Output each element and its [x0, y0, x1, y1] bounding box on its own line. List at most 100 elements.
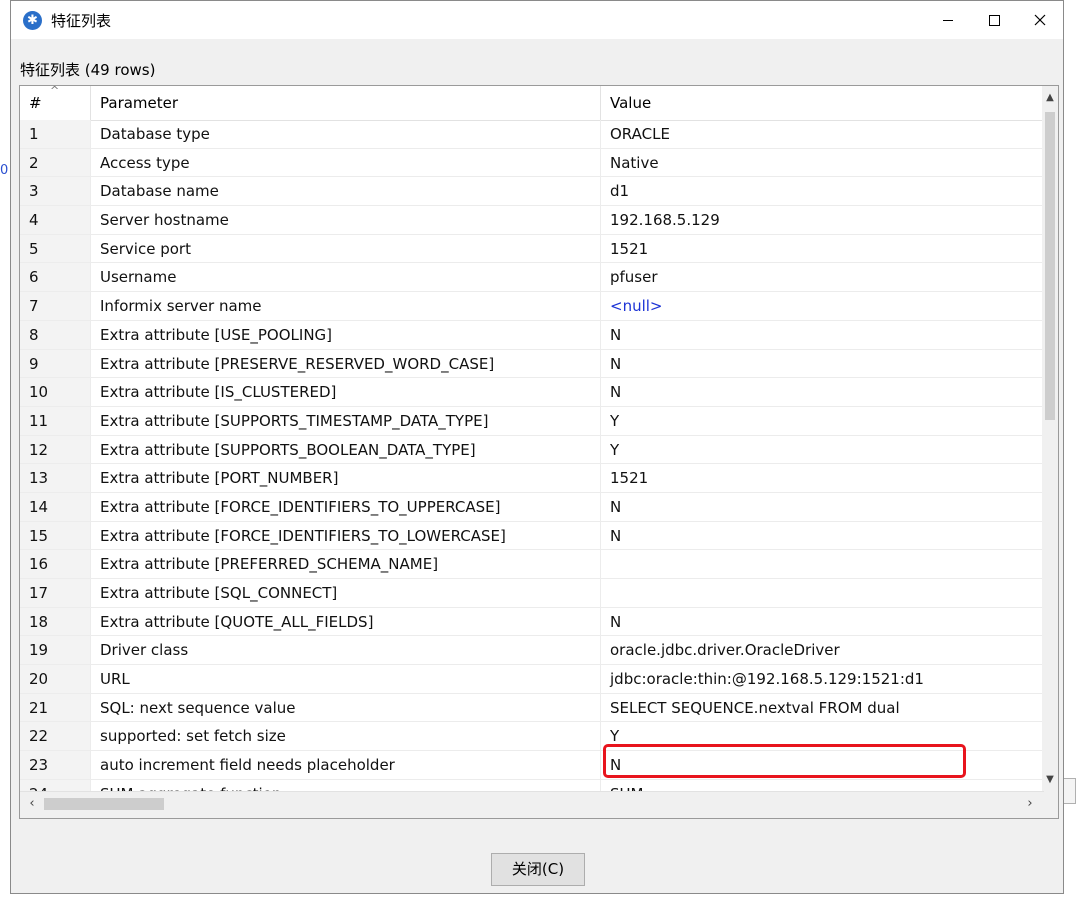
- row-number-cell: 16: [20, 550, 91, 578]
- value-cell: 192.168.5.129: [601, 206, 1044, 234]
- table-row[interactable]: 21 SQL: next sequence value SELECT SEQUENC…: [20, 693, 1044, 723]
- table-body: 1 Database type ORACLE 2 Access type Native 3 D…: [20, 120, 1044, 792]
- feature-table: # ^ Parameter Value 1 Database type ORACLE…: [19, 85, 1059, 819]
- parameter-cell: Extra attribute [FORCE_IDENTIFIERS_TO_UP…: [91, 492, 601, 521]
- table-row[interactable]: 10 Extra attribute [IS_CLUSTERED] N: [20, 378, 1044, 407]
- minimize-icon: [943, 20, 953, 21]
- row-number-cell: 23: [20, 751, 91, 779]
- row-number-cell: 1: [20, 120, 91, 148]
- table-row[interactable]: 15 Extra attribute [FORCE_IDENTIFIERS_TO_…: [20, 521, 1044, 551]
- parameter-cell: Extra attribute [IS_CLUSTERED]: [91, 378, 601, 406]
- table-row[interactable]: 23 auto increment field needs placeholder…: [20, 751, 1044, 780]
- table-row[interactable]: 5 Service port 1521: [20, 234, 1044, 264]
- row-number-cell: 2: [20, 148, 91, 177]
- table-row[interactable]: 12 Extra attribute [SUPPORTS_BOOLEAN_DATA…: [20, 435, 1044, 465]
- minimize-button[interactable]: [925, 1, 971, 39]
- scrollbar-corner: [1042, 792, 1058, 818]
- sort-ascending-icon: ^: [50, 85, 60, 97]
- scroll-left-icon[interactable]: ‹: [24, 796, 40, 812]
- table-row[interactable]: 17 Extra attribute [SQL_CONNECT]: [20, 579, 1044, 608]
- table-row[interactable]: 18 Extra attribute [QUOTE_ALL_FIELDS] N: [20, 607, 1044, 637]
- scroll-right-icon[interactable]: ›: [1022, 796, 1038, 812]
- value-cell: jdbc:oracle:thin:@192.168.5.129:1521:d1: [601, 665, 1044, 693]
- table-row[interactable]: 14 Extra attribute [FORCE_IDENTIFIERS_TO_…: [20, 492, 1044, 522]
- table-row[interactable]: 3 Database name d1: [20, 177, 1044, 207]
- value-cell: <null>: [601, 292, 1044, 320]
- horizontal-scrollbar[interactable]: ‹ ›: [20, 791, 1044, 818]
- value-cell: ORACLE: [601, 120, 1044, 148]
- row-number-cell: 10: [20, 378, 91, 406]
- table-row[interactable]: 9 Extra attribute [PRESERVE_RESERVED_WORD…: [20, 349, 1044, 379]
- parameter-cell: Extra attribute [USE_POOLING]: [91, 320, 601, 349]
- close-icon: [1034, 14, 1046, 26]
- scroll-down-icon[interactable]: ▼: [1042, 772, 1058, 788]
- parameter-cell: auto increment field needs placeholder: [91, 751, 601, 779]
- row-number-cell: 5: [20, 234, 91, 263]
- table-row[interactable]: 2 Access type Native: [20, 148, 1044, 178]
- parameter-cell: Informix server name: [91, 292, 601, 320]
- value-cell: 1521: [601, 464, 1044, 492]
- column-header-label: #: [29, 94, 42, 112]
- window-title: 特征列表: [51, 12, 112, 30]
- background-window-edge: [1064, 778, 1076, 804]
- row-number-cell: 11: [20, 406, 91, 435]
- feature-list-dialog: ✱ 特征列表 特征列表 (49 rows) # ^ Parameter Valu…: [10, 0, 1064, 894]
- table-row[interactable]: 4 Server hostname 192.168.5.129: [20, 206, 1044, 235]
- maximize-icon: [989, 15, 1000, 26]
- value-cell: N: [601, 492, 1044, 521]
- parameter-cell: Extra attribute [PREFERRED_SCHEMA_NAME]: [91, 550, 601, 578]
- table-row[interactable]: 16 Extra attribute [PREFERRED_SCHEMA_NAME…: [20, 550, 1044, 579]
- vertical-scrollbar[interactable]: ▲ ▼: [1042, 86, 1058, 792]
- value-cell: N: [601, 349, 1044, 378]
- row-number-cell: 8: [20, 320, 91, 349]
- column-header-value[interactable]: Value: [601, 86, 1044, 120]
- parameter-cell: Extra attribute [PORT_NUMBER]: [91, 464, 601, 492]
- parameter-cell: Extra attribute [SUPPORTS_BOOLEAN_DATA_T…: [91, 435, 601, 464]
- table-row[interactable]: 19 Driver class oracle.jdbc.driver.OracleD…: [20, 636, 1044, 666]
- row-number-cell: 15: [20, 521, 91, 550]
- parameter-cell: Database name: [91, 177, 601, 206]
- app-icon: ✱: [23, 11, 42, 30]
- parameter-cell: Extra attribute [FORCE_IDENTIFIERS_TO_LO…: [91, 521, 601, 550]
- value-cell: N: [601, 751, 1044, 779]
- close-window-button[interactable]: [1017, 1, 1063, 39]
- parameter-cell: supported: set fetch size: [91, 722, 601, 751]
- row-number-cell: 20: [20, 665, 91, 693]
- value-cell: N: [601, 607, 1044, 636]
- table-row[interactable]: 1 Database type ORACLE: [20, 120, 1044, 149]
- value-cell: d1: [601, 177, 1044, 206]
- parameter-cell: Extra attribute [PRESERVE_RESERVED_WORD_…: [91, 349, 601, 378]
- parameter-cell: Extra attribute [QUOTE_ALL_FIELDS]: [91, 607, 601, 636]
- horizontal-scroll-thumb[interactable]: [44, 798, 164, 810]
- value-cell: Y: [601, 406, 1044, 435]
- background-text-fragment: 0: [0, 163, 9, 178]
- parameter-cell: Service port: [91, 234, 601, 263]
- row-number-cell: 13: [20, 464, 91, 492]
- parameter-cell: Username: [91, 263, 601, 292]
- column-header-parameter[interactable]: Parameter: [91, 86, 601, 120]
- table-row[interactable]: 13 Extra attribute [PORT_NUMBER] 1521: [20, 464, 1044, 493]
- title-bar[interactable]: ✱ 特征列表: [11, 1, 1063, 39]
- table-row[interactable]: 6 Username pfuser: [20, 263, 1044, 293]
- close-button[interactable]: 关闭(C): [491, 853, 585, 886]
- table-row[interactable]: 7 Informix server name <null>: [20, 292, 1044, 321]
- column-header-number[interactable]: # ^: [20, 86, 91, 120]
- table-header: # ^ Parameter Value: [20, 86, 1044, 121]
- table-row[interactable]: 11 Extra attribute [SUPPORTS_TIMESTAMP_DA…: [20, 406, 1044, 436]
- vertical-scroll-thumb[interactable]: [1045, 112, 1055, 420]
- table-row[interactable]: 20 URL jdbc:oracle:thin:@192.168.5.129:152…: [20, 665, 1044, 694]
- parameter-cell: Access type: [91, 148, 601, 177]
- table-row[interactable]: 22 supported: set fetch size Y: [20, 722, 1044, 752]
- row-number-cell: 17: [20, 579, 91, 607]
- parameter-cell: SQL: next sequence value: [91, 693, 601, 722]
- parameter-cell: Driver class: [91, 636, 601, 665]
- row-number-cell: 19: [20, 636, 91, 665]
- value-cell: N: [601, 320, 1044, 349]
- parameter-cell: Extra attribute [SUPPORTS_TIMESTAMP_DATA…: [91, 406, 601, 435]
- row-number-cell: 14: [20, 492, 91, 521]
- table-row[interactable]: 8 Extra attribute [USE_POOLING] N: [20, 320, 1044, 350]
- maximize-button[interactable]: [971, 1, 1017, 39]
- table-caption: 特征列表 (49 rows): [20, 61, 156, 79]
- scroll-up-icon[interactable]: ▲: [1042, 90, 1058, 106]
- row-number-cell: 22: [20, 722, 91, 751]
